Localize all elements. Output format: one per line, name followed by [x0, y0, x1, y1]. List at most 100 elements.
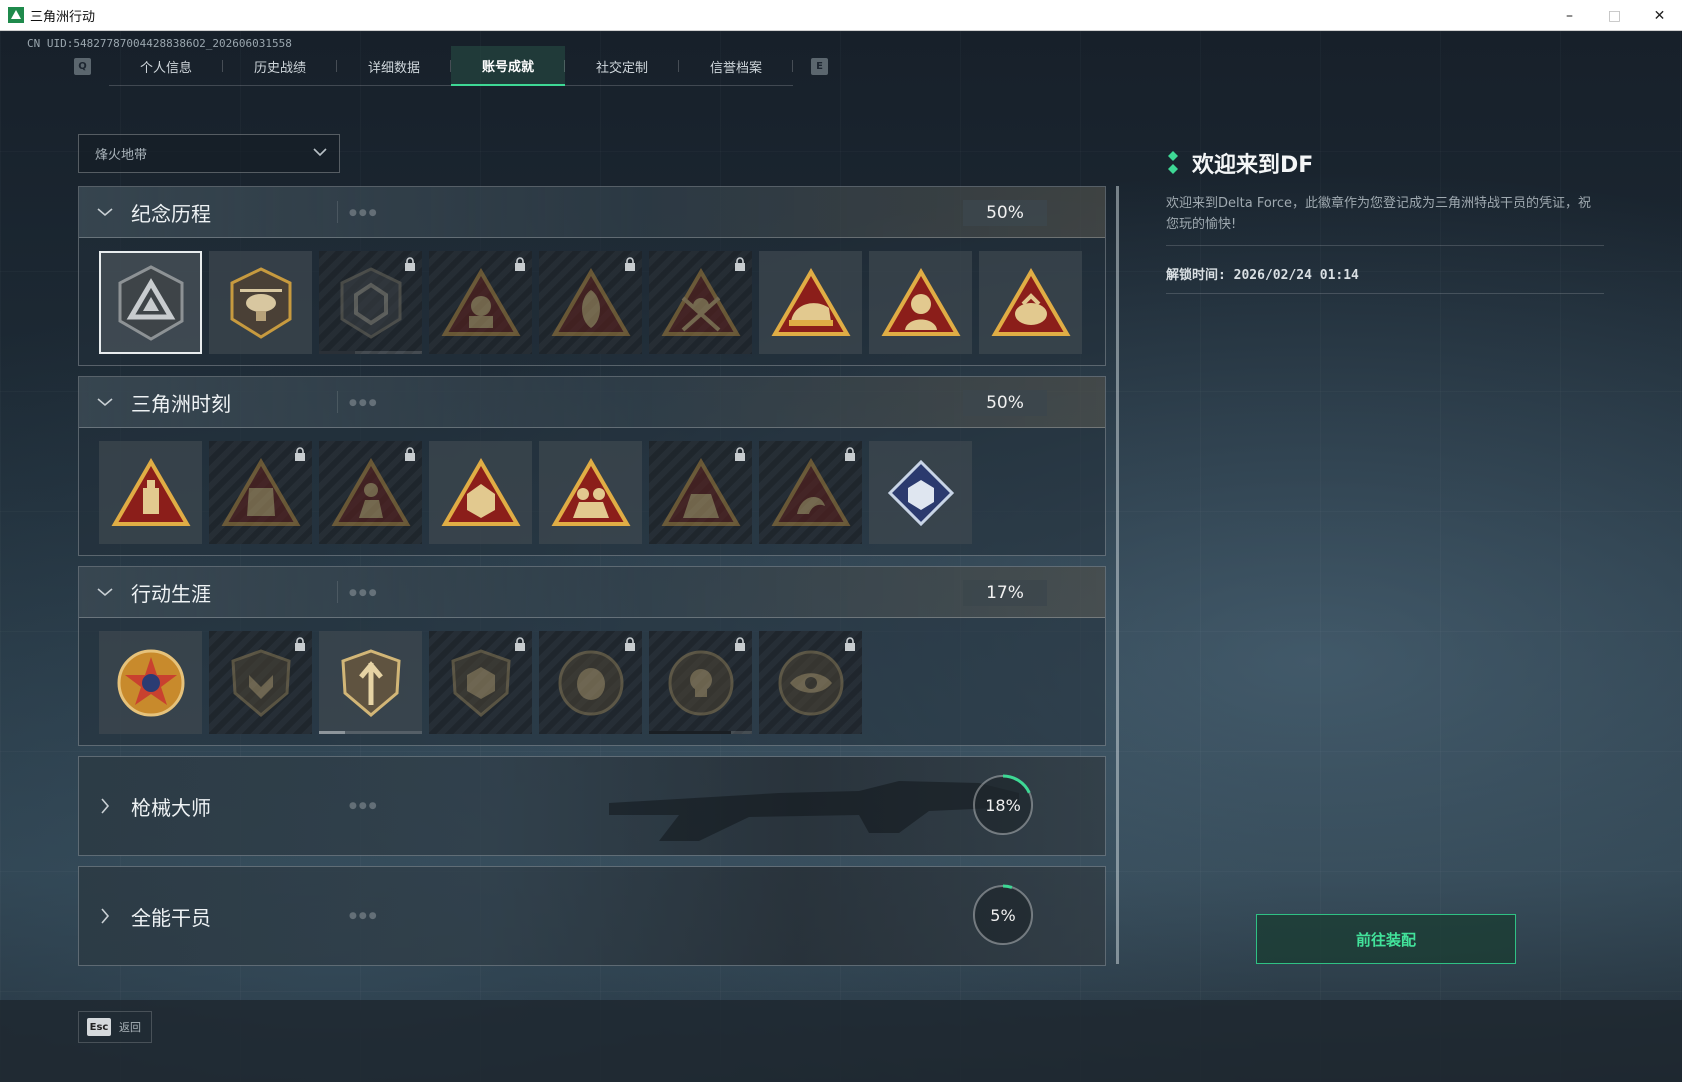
divider [1166, 293, 1604, 294]
go-equip-button[interactable]: 前往装配 [1256, 914, 1516, 964]
tab-credit-record[interactable]: 信誉档案 [679, 46, 793, 86]
eye-round-icon [778, 650, 843, 715]
decor-dots: ●●● [349, 801, 379, 811]
badge-tile[interactable] [869, 251, 972, 354]
badge-tile[interactable] [759, 631, 862, 734]
shield-emblem-icon [340, 266, 401, 339]
section-title: 三角洲时刻 [131, 391, 231, 416]
lock-icon [735, 447, 745, 461]
section-header[interactable]: 三角洲时刻 ●●● 50% [79, 377, 1105, 428]
expand-chevron-icon[interactable] [79, 907, 131, 925]
badge-tile[interactable] [429, 441, 532, 544]
badge-tile[interactable] [99, 441, 202, 544]
badge-tile[interactable] [209, 441, 312, 544]
app-logo-icon [8, 7, 24, 23]
badge-row [79, 618, 1105, 745]
unlock-time: 解锁时间: 2026/02/24 01:14 [1166, 268, 1359, 283]
divider [337, 201, 338, 223]
badge-progress [319, 351, 422, 354]
maximize-button[interactable]: □ [1592, 0, 1637, 31]
decor-dots: ●●● [349, 911, 379, 921]
badge-tile[interactable] [99, 631, 202, 734]
divider [1166, 245, 1604, 246]
tab-detailed-stats[interactable]: 详细数据 [337, 46, 451, 86]
badge-tile[interactable] [539, 251, 642, 354]
tab-social-customization[interactable]: 社交定制 [565, 46, 679, 86]
decor-dots: ●●● [349, 208, 379, 218]
section-memorial: 纪念历程 ●●● 50% [78, 186, 1106, 366]
badge-tile[interactable] [649, 631, 752, 734]
collapse-chevron-icon[interactable] [79, 586, 131, 598]
section-percent: 50% [963, 200, 1047, 226]
helicopter-badge-icon [230, 266, 291, 339]
badge-tile[interactable] [319, 251, 422, 354]
badge-tile[interactable] [429, 251, 532, 354]
tab-personal-info[interactable]: 个人信息 [109, 46, 223, 86]
window-titlebar: 三角洲行动 – □ ✕ [0, 0, 1682, 31]
window-controls: – □ ✕ [1547, 0, 1682, 31]
badge-tile[interactable] [869, 441, 972, 544]
hex-shield-icon [450, 648, 511, 717]
badge-tile[interactable] [209, 631, 312, 734]
decor-dots: ●●● [349, 398, 379, 408]
badge-tile[interactable] [759, 441, 862, 544]
collapse-chevron-icon[interactable] [79, 396, 131, 408]
lock-icon [735, 257, 745, 271]
mode-dropdown[interactable]: 烽火地带 [78, 134, 340, 173]
section-header[interactable]: 枪械大师 ●●● 18% [79, 757, 1105, 855]
badge-tile[interactable] [429, 631, 532, 734]
dragon-triangle-icon [771, 457, 850, 526]
tab-match-history[interactable]: 历史战绩 [223, 46, 337, 86]
hooded-figure-icon [551, 267, 630, 336]
triangle-emblem-icon [118, 264, 183, 341]
wing-shield-icon [230, 648, 291, 717]
badge-tile[interactable] [539, 441, 642, 544]
lock-icon [515, 637, 525, 651]
lock-icon [295, 447, 305, 461]
badge-tile[interactable] [979, 251, 1082, 354]
section-header[interactable]: 纪念历程 ●●● 50% [79, 187, 1105, 238]
scrollbar-thumb[interactable] [1116, 186, 1119, 964]
minimize-button[interactable]: – [1547, 0, 1592, 31]
lock-icon [625, 257, 635, 271]
badge-progress [319, 731, 422, 734]
badge-tile[interactable] [649, 251, 752, 354]
section-header[interactable]: 行动生涯 ●●● 17% [79, 567, 1105, 618]
section-percent: 18% [985, 795, 1021, 815]
tab-next-key-hint[interactable]: E [811, 57, 828, 75]
arrow-shield-icon [340, 648, 401, 717]
badge-tile[interactable] [759, 251, 862, 354]
collapse-chevron-icon[interactable] [79, 206, 131, 218]
expand-chevron-icon[interactable] [79, 797, 131, 815]
list-scrollbar[interactable] [1116, 186, 1119, 964]
kneeling-figure-icon [331, 457, 410, 526]
section-title: 纪念历程 [131, 201, 211, 226]
section-header[interactable]: 全能干员 ●●● 5% [79, 867, 1105, 965]
skull-round-icon [668, 650, 733, 715]
chevron-down-icon [313, 148, 327, 157]
tab-account-achievements[interactable]: 账号成就 [451, 46, 565, 86]
lock-icon [735, 637, 745, 651]
helmet-triangle-icon [771, 267, 850, 336]
badge-tile[interactable] [649, 441, 752, 544]
badge-tile[interactable] [319, 441, 422, 544]
close-button[interactable]: ✕ [1637, 0, 1682, 31]
decor-dots: ●●● [349, 588, 379, 598]
squad-triangle-icon [551, 457, 630, 526]
badge-tile[interactable] [539, 631, 642, 734]
bag-triangle-icon [991, 267, 1070, 336]
divider [337, 581, 338, 603]
detail-description: 欢迎来到Delta Force，此徽章作为您登记成为三角洲特战干员的凭证，祝您玩… [1166, 196, 1591, 232]
footer-bar [0, 1000, 1682, 1082]
double-diamond-icon [1168, 151, 1178, 174]
vest-triangle-icon [221, 457, 300, 526]
back-button[interactable]: Esc 返回 [78, 1011, 152, 1043]
badge-tile[interactable] [99, 251, 202, 354]
section-percent: 50% [963, 390, 1047, 416]
section-percent: 17% [963, 580, 1047, 606]
detail-title: 欢迎来到DF [1192, 153, 1314, 178]
star-medal-icon [117, 649, 184, 716]
badge-tile[interactable] [319, 631, 422, 734]
badge-tile[interactable] [209, 251, 312, 354]
tab-prev-key-hint[interactable]: Q [74, 57, 91, 75]
